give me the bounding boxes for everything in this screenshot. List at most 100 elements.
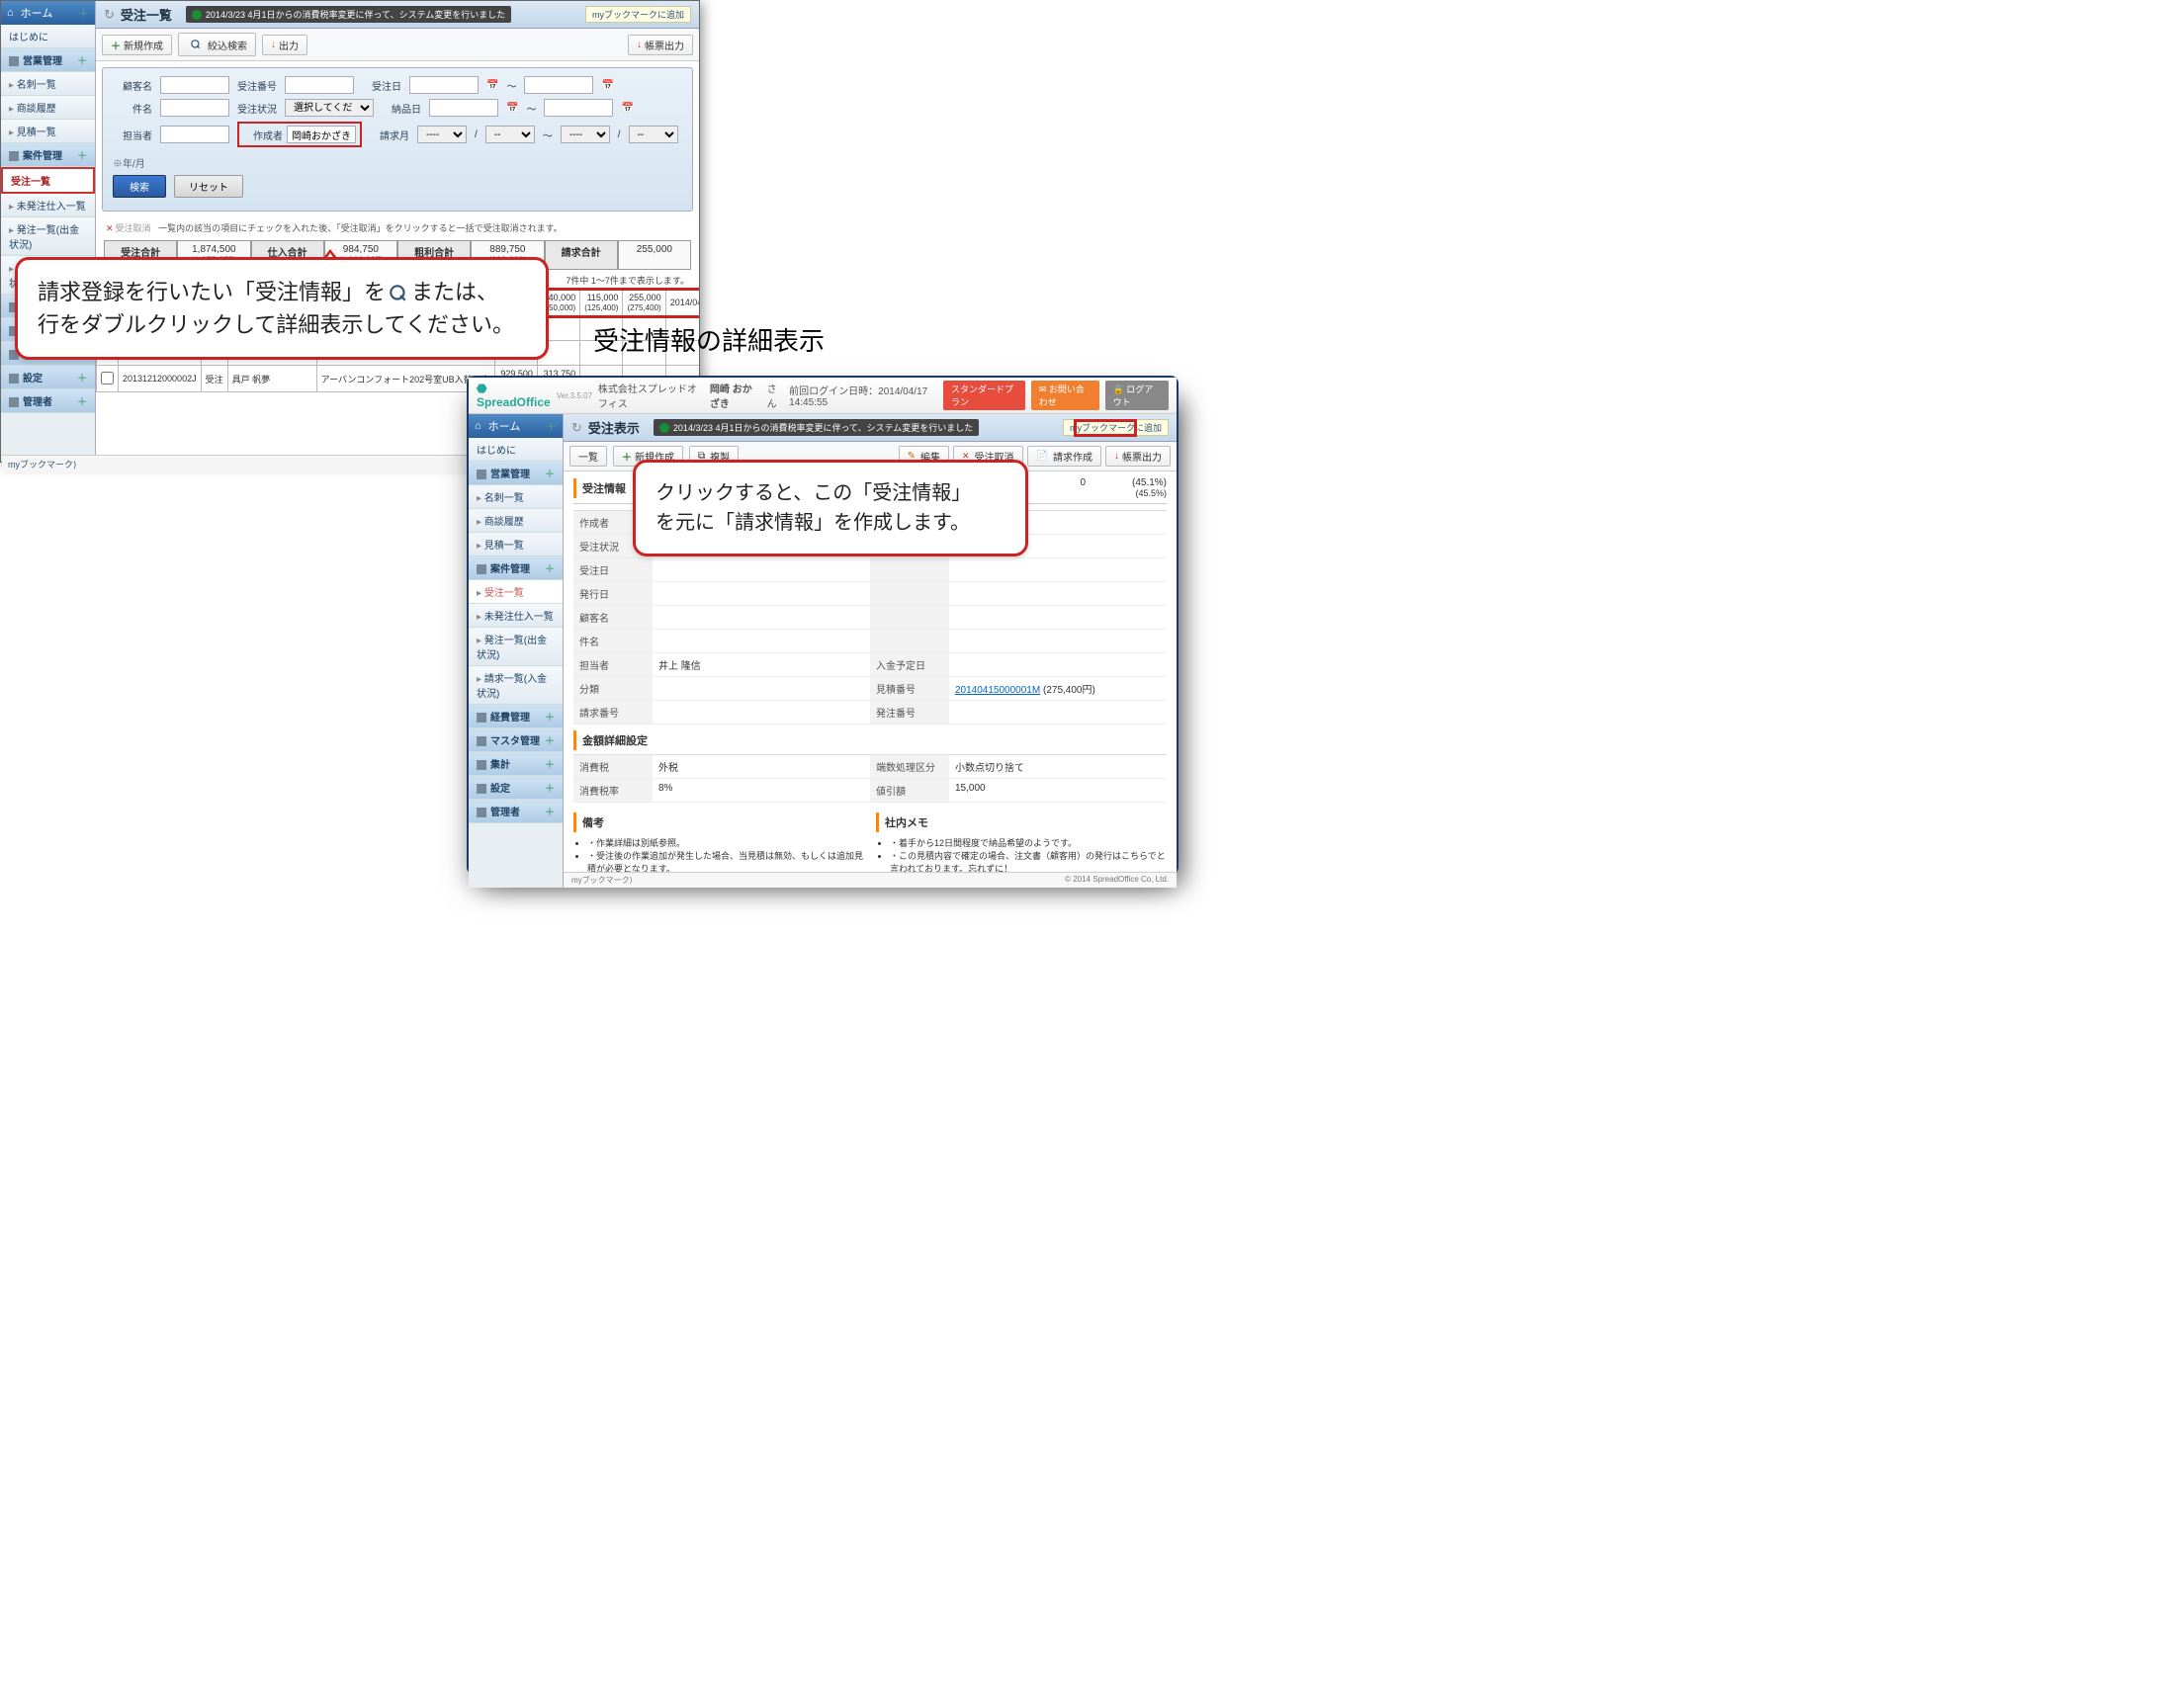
remarks-label: 備考	[573, 812, 864, 832]
sidebar-item[interactable]: ▸ 名刺一覧	[1, 72, 95, 96]
delivdate-from[interactable]	[429, 99, 498, 117]
sidebar-item[interactable]: 営業管理＋	[1, 48, 95, 72]
section-amount: 金額詳細設定	[573, 730, 1167, 750]
sidebar-item[interactable]: ▸ 名刺一覧	[469, 485, 563, 509]
sidebar-item[interactable]: マスタ管理＋	[469, 728, 563, 752]
list-button[interactable]: 一覧	[569, 446, 607, 467]
footer-bookmark[interactable]: myブックマーク⟩	[571, 875, 633, 886]
filter-button[interactable]: 絞込検索	[178, 33, 256, 56]
person-label: 担当者	[573, 653, 653, 677]
refresh-icon[interactable]: ↻	[104, 7, 115, 23]
remark-item: ・受注後の作業追加が発生した場合、当見積は無効、もしくは追加見積が必要となります…	[587, 849, 864, 872]
new-button[interactable]: ＋新規作成	[102, 35, 172, 55]
pono-label: 発注番号	[870, 701, 949, 725]
refresh-icon[interactable]: ↻	[571, 420, 582, 436]
sidebar-item[interactable]: 集計＋	[469, 752, 563, 776]
sidebar-item[interactable]: ▸ 未発注仕入一覧	[469, 604, 563, 628]
sidebar-item[interactable]: ▸ 未発注仕入一覧	[1, 194, 95, 217]
copyright: © 2014 SpreadOffice Co, Ltd.	[1065, 875, 1169, 886]
billmonth-y1[interactable]: ----	[417, 126, 467, 143]
sidebar-item[interactable]: ▸ 見積一覧	[469, 533, 563, 556]
sidebar-item[interactable]: 受注一覧	[1, 167, 95, 194]
sidebar-item[interactable]: ▸ 発注一覧(出金状況)	[469, 628, 563, 666]
sidebar-item[interactable]: ▸ 請求一覧(入金状況)	[469, 666, 563, 705]
toolbar: ＋新規作成 絞込検索 ↓出力 ↓帳票出力	[96, 29, 699, 61]
callout-instruction-1: 請求登録を行いたい「受注情報」をまたは、 行をダブルクリックして詳細表示してくだ…	[15, 257, 549, 360]
estimate-link[interactable]: 20140415000001M	[955, 685, 1040, 696]
sidebar-item[interactable]: ▸ 発注一覧(出金状況)	[1, 217, 95, 256]
subject-label: 件名	[573, 630, 653, 653]
round-label: 端数処理区分	[870, 755, 949, 779]
search-panel: 顧客名 受注番号 受注日📅〜📅 件名 受注状況選択してください ▼ 納品日📅〜📅…	[102, 67, 693, 212]
sidebar-item[interactable]: ▸ 見積一覧	[1, 120, 95, 143]
issuedate-label: 発行日	[573, 582, 653, 606]
customer-input[interactable]	[160, 76, 229, 94]
memo-item: ・着手から12日間程度で納品希望のようです。	[890, 836, 1167, 849]
sidebar-item[interactable]: 経費管理＋	[469, 705, 563, 728]
company-name: 株式会社スプレッドオフィス	[598, 381, 704, 410]
person-label: 担当者	[113, 128, 152, 142]
tax-value: 外税	[653, 755, 870, 779]
internal-memo-list: ・着手から12日間程度で納品希望のようです。・この見積内容で確定の場合、注文書（…	[876, 836, 1167, 872]
sidebar-item[interactable]: ▸ 受注一覧	[469, 580, 563, 604]
app-version: Ver.3.5.07	[557, 391, 592, 400]
callout-instruction-2: クリックすると、この「受注情報」を元に「請求情報」を作成します。	[633, 460, 1028, 556]
orderdate-from[interactable]	[409, 76, 479, 94]
search-button[interactable]: 検索	[113, 175, 166, 198]
remark-item: ・作業詳細は別紙参照。	[587, 836, 864, 849]
user-name: 岡崎 おかざき	[710, 381, 761, 410]
creator-input[interactable]	[287, 126, 356, 143]
sidebar-item[interactable]: 案件管理＋	[1, 143, 95, 167]
create-bill-button[interactable]: 請求作成	[1027, 446, 1101, 467]
cancel-link[interactable]: 受注取消	[116, 223, 151, 233]
sidebar-item[interactable]: 管理者＋	[469, 800, 563, 823]
subject-input[interactable]	[160, 99, 229, 117]
filter-icon	[191, 40, 202, 50]
status-select[interactable]: 選択してください ▼	[285, 99, 374, 117]
sidebar2-home[interactable]: ホーム＋	[469, 414, 563, 438]
round-value: 小数点切り捨て	[949, 755, 1167, 779]
sidebar-2: ホーム＋ はじめに営業管理＋▸ 名刺一覧▸ 商談履歴▸ 見積一覧案件管理＋▸ 受…	[469, 414, 564, 888]
sidebar-item[interactable]: はじめに	[469, 438, 563, 462]
notice-dot-icon	[659, 423, 669, 433]
customer-label: 顧客名	[573, 606, 653, 630]
sidebar-home[interactable]: ホーム＋	[1, 1, 95, 25]
export-button[interactable]: ↓出力	[262, 35, 307, 55]
sidebar-item[interactable]: 案件管理＋	[469, 556, 563, 580]
orderno-input[interactable]	[285, 76, 354, 94]
sidebar-item[interactable]: 管理者＋	[1, 389, 95, 413]
person-input[interactable]	[160, 126, 229, 143]
sidebar-item[interactable]: 設定＋	[469, 776, 563, 800]
discount-value: 15,000	[949, 779, 1167, 803]
logout-button[interactable]: 🔒 ログアウト	[1105, 381, 1169, 410]
section-order-info: 受注情報	[573, 478, 632, 498]
magnify-icon	[389, 284, 408, 303]
billmonth-y2[interactable]: ----	[561, 126, 610, 143]
sidebar-item[interactable]: ▸ 商談履歴	[1, 96, 95, 120]
reset-button[interactable]: リセット	[174, 175, 243, 198]
report-button[interactable]: ↓帳票出力	[1105, 446, 1171, 467]
internal-memo-label: 社内メモ	[876, 812, 1167, 832]
billmonth-m2[interactable]: --	[629, 126, 678, 143]
plan-badge: スタンダードプラン	[943, 381, 1025, 410]
row-checkbox[interactable]	[101, 372, 114, 384]
orderdate-to[interactable]	[524, 76, 593, 94]
sidebar-item[interactable]: はじめに	[1, 25, 95, 48]
discount-label: 値引額	[870, 779, 949, 803]
home-icon	[475, 420, 484, 432]
sidebar-item[interactable]: 営業管理＋	[469, 462, 563, 485]
app-header: ⬣ SpreadOffice Ver.3.5.07 株式会社スプレッドオフィス …	[469, 378, 1177, 414]
sidebar-item[interactable]: ▸ 商談履歴	[469, 509, 563, 533]
bookmark-add[interactable]: myブックマークに追加	[1063, 419, 1169, 436]
estno-label: 見積番号	[870, 677, 949, 701]
bookmark-add[interactable]: myブックマークに追加	[585, 6, 691, 23]
billmonth-m1[interactable]: --	[485, 126, 535, 143]
creator-highlight: 作成者	[237, 122, 362, 147]
billno-label: 請求番号	[573, 701, 653, 725]
report-button[interactable]: ↓帳票出力	[628, 35, 693, 55]
sum-bill-label: 請求合計	[545, 240, 618, 270]
sidebar-item[interactable]: 設定＋	[1, 366, 95, 389]
estno-value: 20140415000001M (275,400円)	[949, 677, 1167, 701]
contact-button[interactable]: ✉ お問い合わせ	[1031, 381, 1099, 410]
delivdate-to[interactable]	[544, 99, 613, 117]
